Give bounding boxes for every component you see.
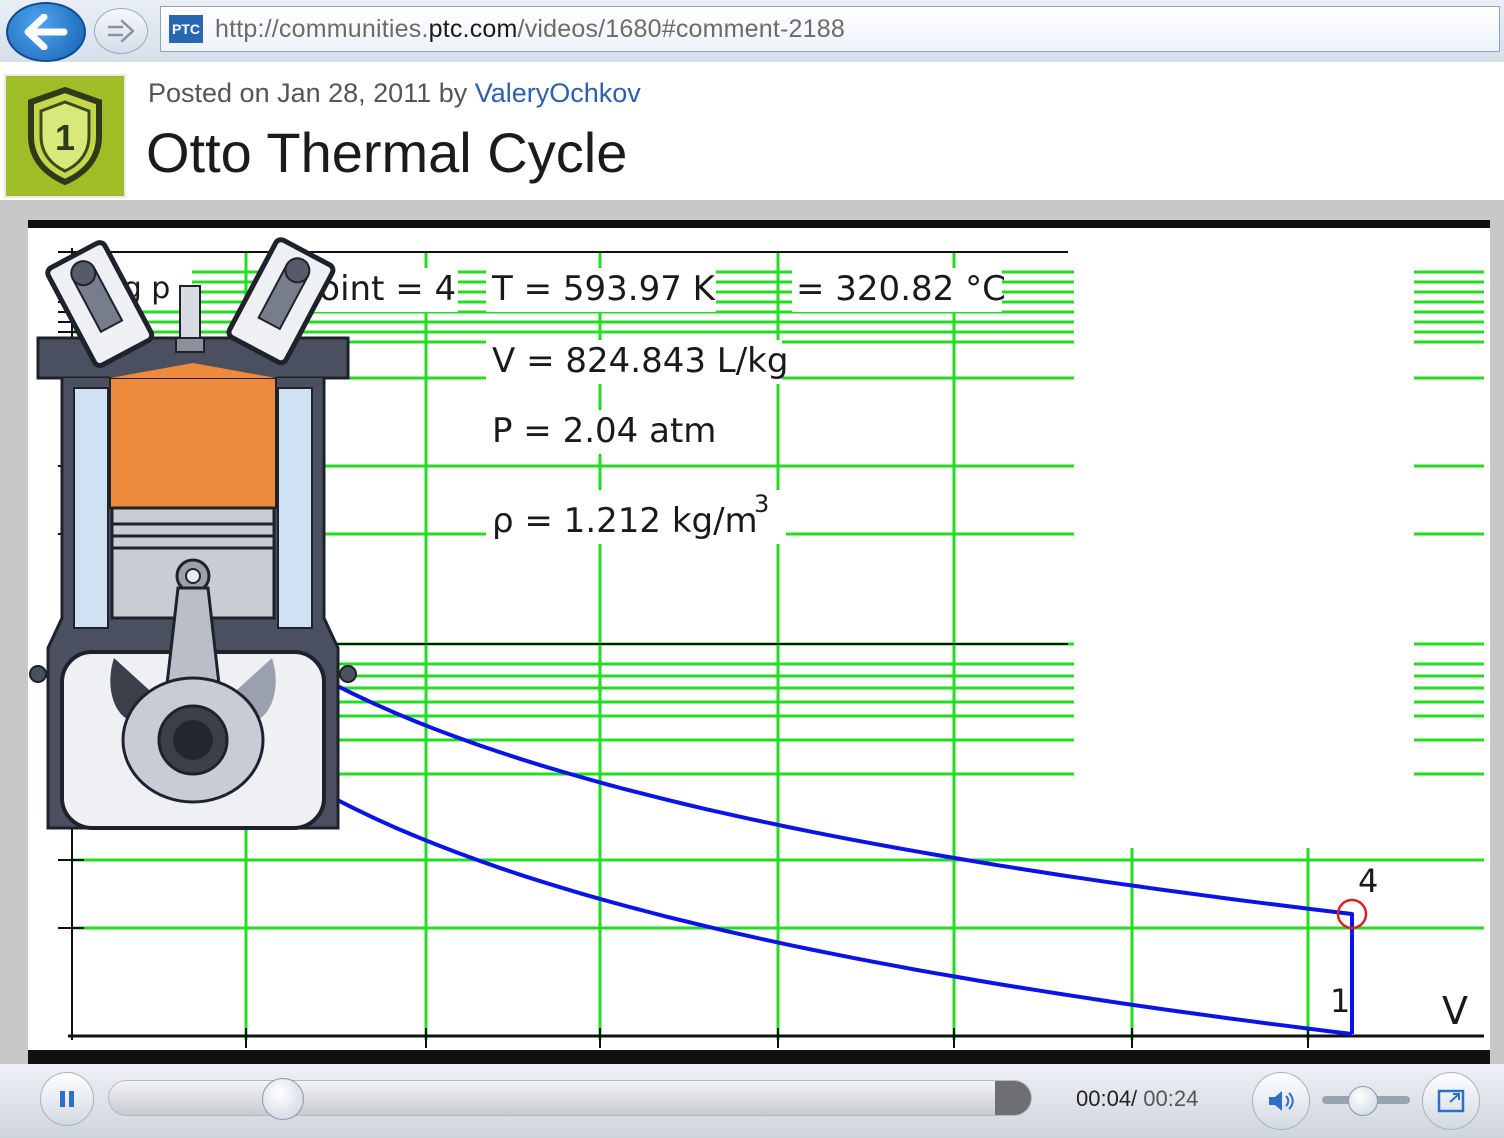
post-meta: Posted on Jan 28, 2011 by ValeryOchkov — [148, 78, 641, 109]
page-title: Otto Thermal Cycle — [146, 121, 628, 184]
forward-button[interactable] — [94, 8, 148, 54]
seek-bar[interactable] — [108, 1080, 1032, 1116]
seek-buffer — [995, 1081, 1031, 1115]
point-label-4: 4 — [1358, 862, 1378, 900]
seek-thumb[interactable] — [262, 1078, 305, 1120]
ptc-favicon-icon: PTC — [169, 15, 203, 43]
arrow-left-icon — [24, 14, 68, 50]
video-player[interactable]: log p Point = 4 T = 593.97 K = 320.82 °C… — [28, 220, 1490, 1066]
temperature-celsius: = 320.82 °C — [796, 269, 1006, 309]
x-axis-label: V — [1442, 989, 1468, 1033]
fullscreen-button[interactable] — [1422, 1072, 1480, 1130]
arrow-right-icon — [107, 19, 135, 43]
back-button[interactable] — [6, 2, 86, 62]
badge-number: 1 — [55, 117, 75, 158]
engine-cutaway-illustration — [29, 237, 357, 830]
playback-time: 00:04/ 00:24 — [1076, 1086, 1198, 1112]
browser-toolbar: PTC http://communities.ptc.com/videos/16… — [0, 0, 1504, 63]
density-exponent: 3 — [754, 490, 769, 518]
temperature-kelvin: T = 593.97 K — [491, 269, 717, 309]
point-label-1: 1 — [1330, 982, 1350, 1020]
address-bar[interactable]: PTC http://communities.ptc.com/videos/16… — [160, 6, 1500, 52]
volume-button[interactable] — [1252, 1072, 1310, 1130]
level-badge: 1 — [4, 74, 126, 198]
video-frame: log p Point = 4 T = 593.97 K = 320.82 °C… — [28, 228, 1490, 1050]
posted-date: Posted on Jan 28, 2011 by — [148, 78, 475, 108]
url-text: http://communities.ptc.com/videos/1680#c… — [215, 15, 845, 43]
pause-icon — [60, 1091, 74, 1107]
author-link[interactable]: ValeryOchkov — [475, 78, 641, 108]
pressure-readout: P = 2.04 atm — [492, 411, 716, 451]
total-time: 00:24 — [1137, 1086, 1199, 1111]
pause-button[interactable] — [40, 1072, 94, 1126]
speaker-icon — [1269, 1091, 1294, 1111]
shield-icon: 1 — [28, 86, 102, 186]
player-controls: 00:04/ 00:24 — [0, 1064, 1504, 1138]
volume-readout: V = 824.843 L/kg — [492, 341, 788, 381]
post-header: 1 Posted on Jan 28, 2011 by ValeryOchkov… — [0, 62, 1504, 200]
fullscreen-icon — [1437, 1089, 1465, 1113]
current-time: 00:04/ — [1076, 1086, 1138, 1111]
density-readout: ρ = 1.212 kg/m — [492, 501, 758, 541]
volume-slider-thumb[interactable] — [1347, 1086, 1378, 1116]
